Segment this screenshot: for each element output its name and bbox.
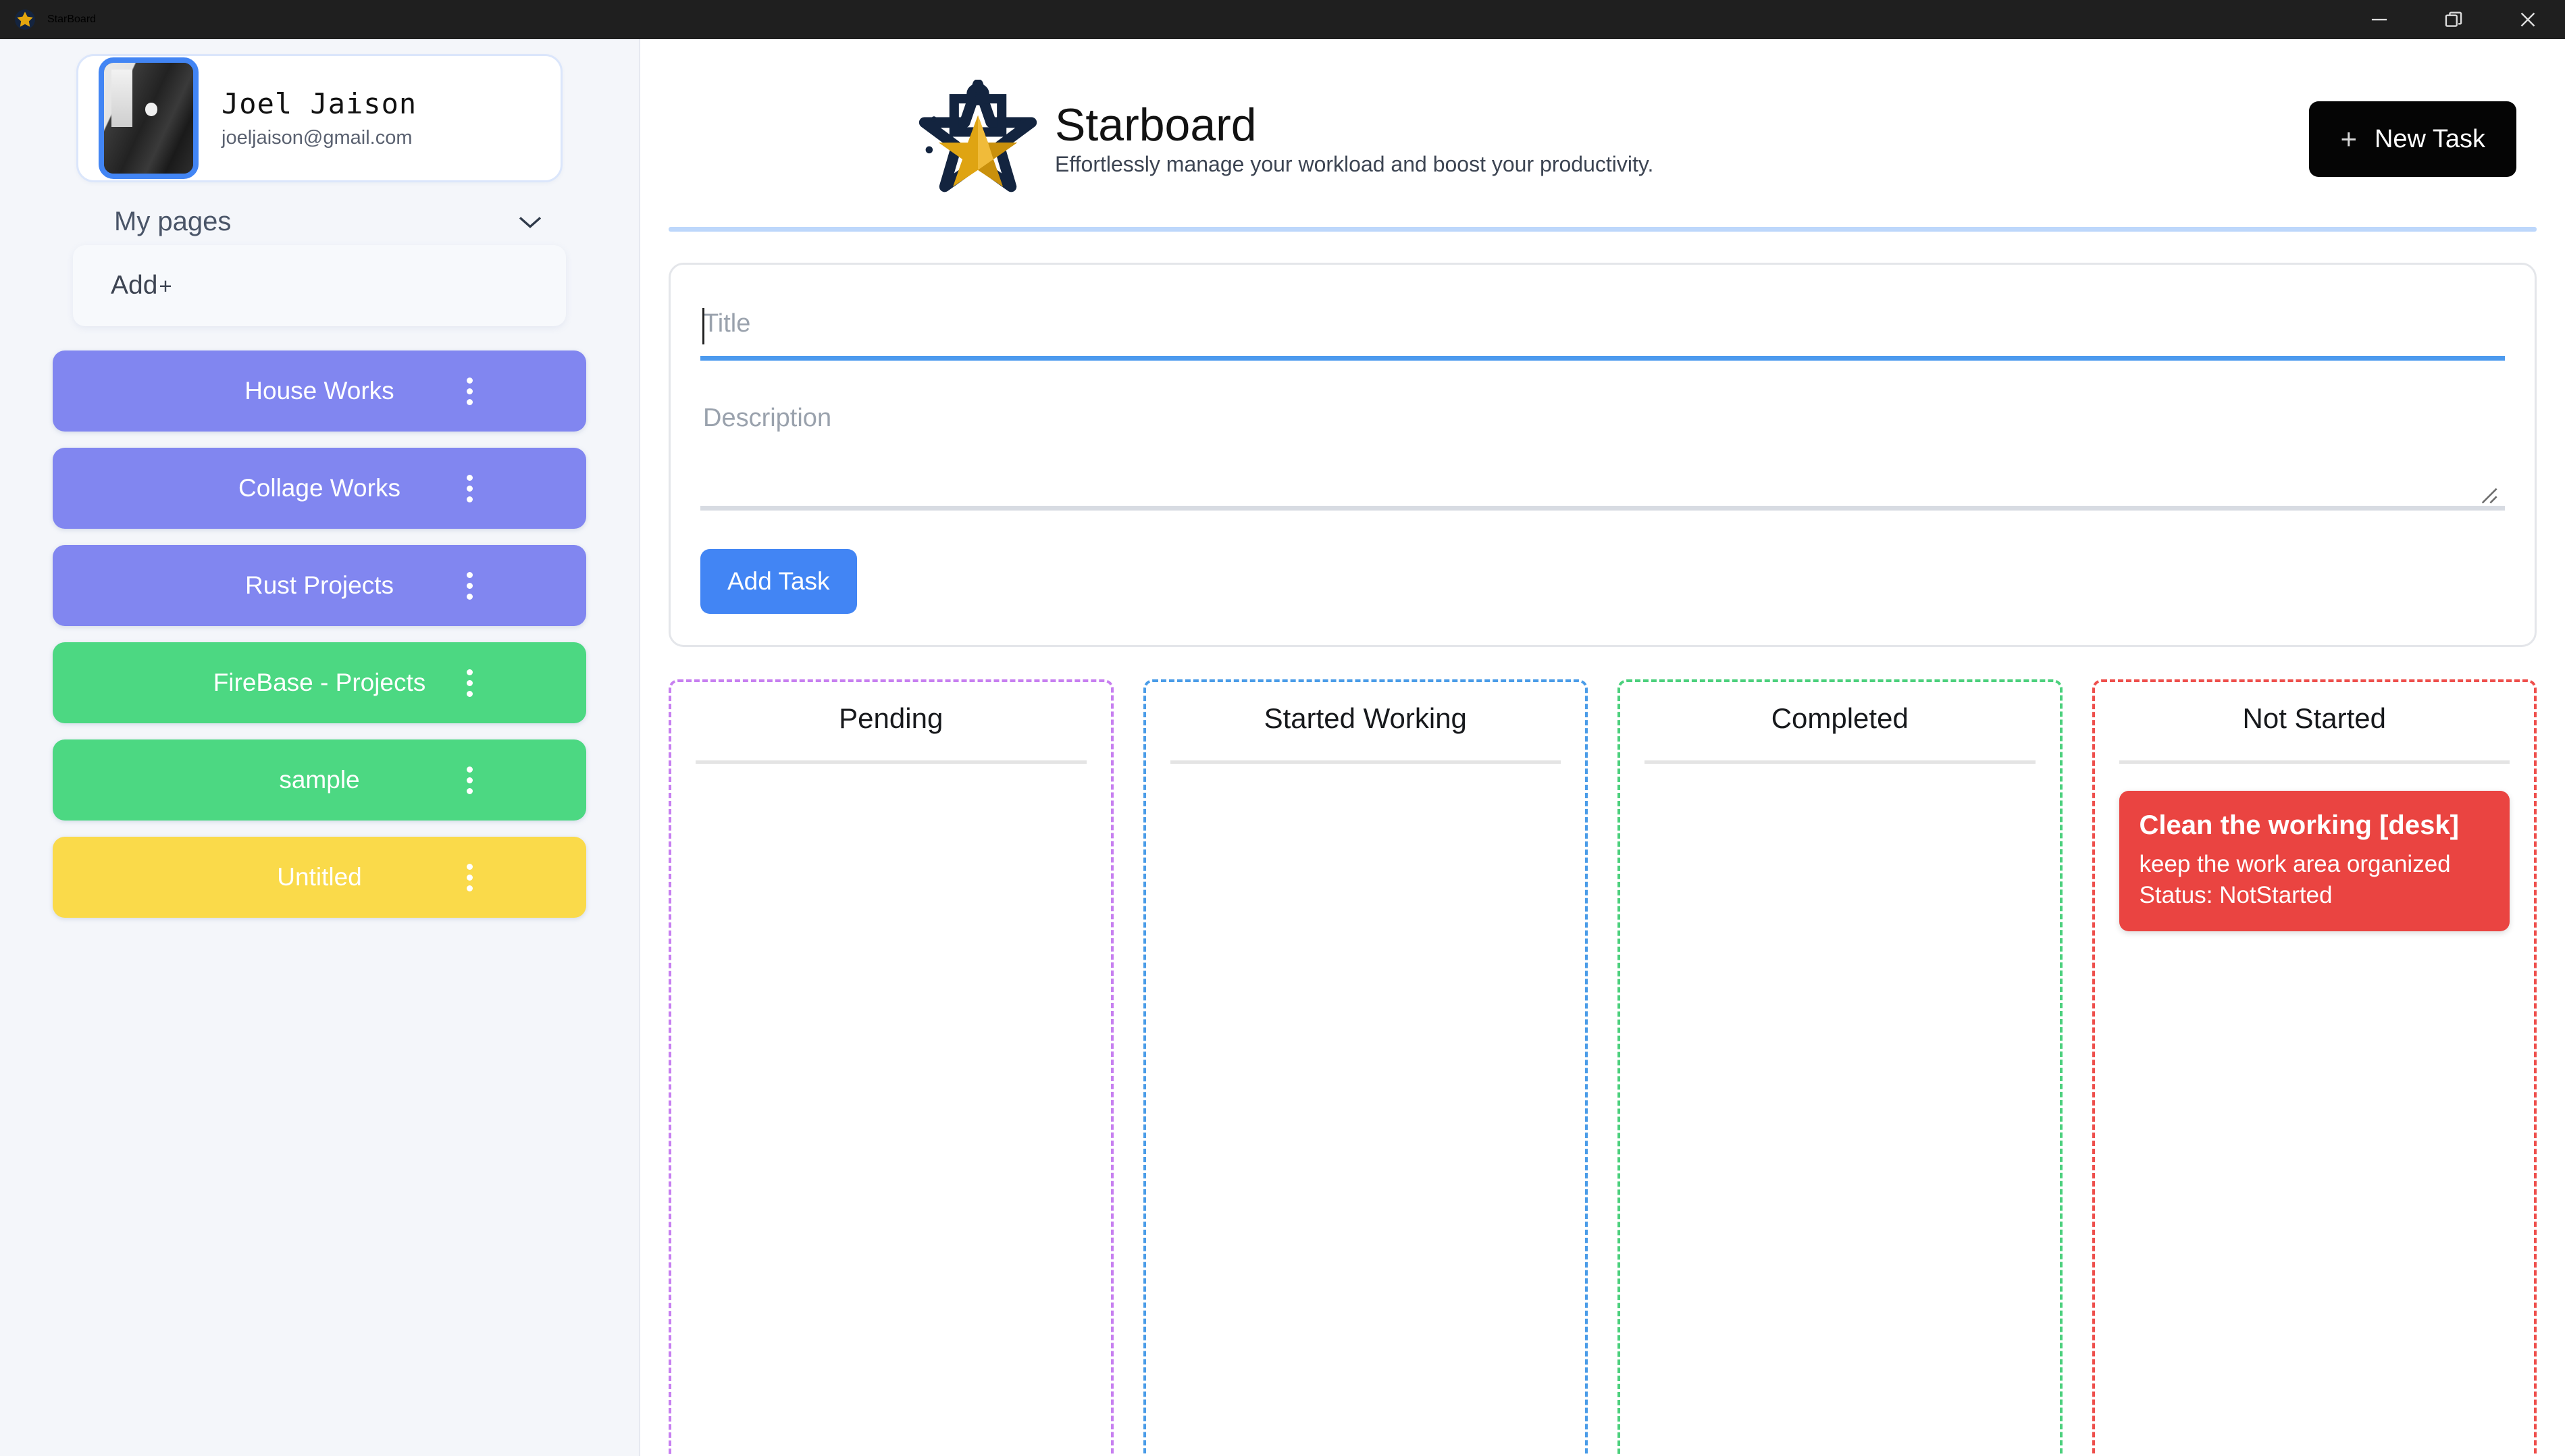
- column-pending: Pending: [669, 679, 1114, 1456]
- task-card[interactable]: Clean the working [desk] keep the work a…: [2119, 791, 2510, 932]
- column-body[interactable]: Clean the working [desk] keep the work a…: [2119, 764, 2510, 932]
- profile-card[interactable]: Joel Jaison joeljaison@gmail.com: [76, 54, 563, 182]
- window-title: StarBoard: [47, 14, 97, 25]
- description-input[interactable]: [700, 397, 2505, 511]
- column-title: Completed: [1644, 702, 2036, 764]
- page-item-label: FireBase - Projects: [213, 669, 426, 696]
- page-subtitle: Effortlessly manage your workload and bo…: [1055, 152, 1654, 177]
- star-icon: [14, 8, 36, 31]
- column-title: Pending: [696, 702, 1087, 764]
- restore-icon[interactable]: [2416, 0, 2491, 39]
- close-icon[interactable]: [2491, 0, 2565, 39]
- page-item-label: sample: [279, 766, 360, 794]
- profile-text: Joel Jaison joeljaison@gmail.com: [222, 87, 417, 149]
- chevron-down-icon[interactable]: [517, 213, 544, 231]
- kebab-menu-icon[interactable]: [467, 669, 473, 697]
- add-task-button[interactable]: Add Task: [700, 549, 857, 614]
- brand-text: Starboard Effortlessly manage your workl…: [1055, 101, 1653, 177]
- page-item-label: Rust Projects: [244, 571, 394, 599]
- kebab-menu-icon[interactable]: [467, 377, 473, 405]
- page-list: House Works Collage Works Rust Projects …: [53, 350, 586, 918]
- text-cursor: [702, 308, 704, 344]
- kebab-menu-icon[interactable]: [467, 571, 473, 600]
- titlebar-left-group: StarBoard: [0, 8, 96, 31]
- kebab-menu-icon[interactable]: [467, 766, 473, 794]
- column-not-started: Not Started Clean the working [desk] kee…: [2092, 679, 2537, 1456]
- new-task-button[interactable]: + New Task: [2309, 101, 2516, 177]
- title-field-wrap: [700, 300, 2505, 361]
- window-titlebar: StarBoard: [0, 0, 2565, 39]
- header-divider: [669, 227, 2537, 232]
- column-body[interactable]: [696, 764, 1087, 791]
- page-item-label: Collage Works: [238, 474, 400, 502]
- brand-block: Starboard Effortlessly manage your workl…: [918, 80, 1653, 199]
- app-shell: Joel Jaison joeljaison@gmail.com My page…: [0, 39, 2565, 1456]
- description-field-wrap: [700, 397, 2505, 514]
- column-body[interactable]: [1644, 764, 2036, 791]
- plus-icon: +: [159, 274, 172, 298]
- sidebar-item-house-works[interactable]: House Works: [53, 350, 586, 432]
- column-started-working: Started Working: [1143, 679, 1588, 1456]
- task-description: keep the work area organized: [2139, 851, 2451, 877]
- title-input[interactable]: [700, 300, 2505, 361]
- sidebar-item-sample[interactable]: sample: [53, 739, 586, 821]
- column-completed: Completed: [1617, 679, 2063, 1456]
- sidebar-item-collage-works[interactable]: Collage Works: [53, 448, 586, 529]
- add-page-label: Add +: [111, 271, 172, 301]
- app-header: Starboard Effortlessly manage your workl…: [669, 39, 2537, 199]
- add-text: Add: [111, 271, 158, 300]
- column-title: Started Working: [1170, 702, 1561, 764]
- column-body[interactable]: [1170, 764, 1561, 791]
- profile-name: Joel Jaison: [222, 87, 417, 120]
- profile-email: joeljaison@gmail.com: [222, 127, 413, 149]
- add-task-form: Add Task: [669, 263, 2537, 647]
- task-title: Clean the working [desk]: [2139, 810, 2459, 840]
- minimize-icon[interactable]: [2342, 0, 2416, 39]
- starboard-logo-icon: [918, 80, 1037, 199]
- my-pages-header[interactable]: My pages: [76, 207, 563, 237]
- task-status: Status: NotStarted: [2139, 882, 2333, 909]
- kebab-menu-icon[interactable]: [467, 474, 473, 502]
- my-pages-label: My pages: [114, 207, 232, 236]
- column-title: Not Started: [2119, 702, 2510, 764]
- avatar: [99, 57, 199, 179]
- add-page-button[interactable]: Add +: [73, 245, 566, 326]
- new-task-label: New Task: [2374, 124, 2485, 153]
- kanban-board: Pending Started Working Completed Not St…: [669, 679, 2537, 1456]
- plus-icon: +: [2340, 123, 2357, 155]
- sidebar-item-rust-projects[interactable]: Rust Projects: [53, 545, 586, 626]
- kebab-menu-icon[interactable]: [467, 863, 473, 891]
- page-item-label: House Works: [244, 377, 394, 405]
- sidebar-item-untitled[interactable]: Untitled: [53, 837, 586, 918]
- page-item-label: Untitled: [277, 863, 362, 891]
- window-controls: [2342, 0, 2565, 39]
- main-content: Starboard Effortlessly manage your workl…: [640, 39, 2565, 1456]
- sidebar-item-firebase-projects[interactable]: FireBase - Projects: [53, 642, 586, 723]
- page-title: Starboard: [1055, 99, 1257, 151]
- sidebar: Joel Jaison joeljaison@gmail.com My page…: [0, 39, 640, 1456]
